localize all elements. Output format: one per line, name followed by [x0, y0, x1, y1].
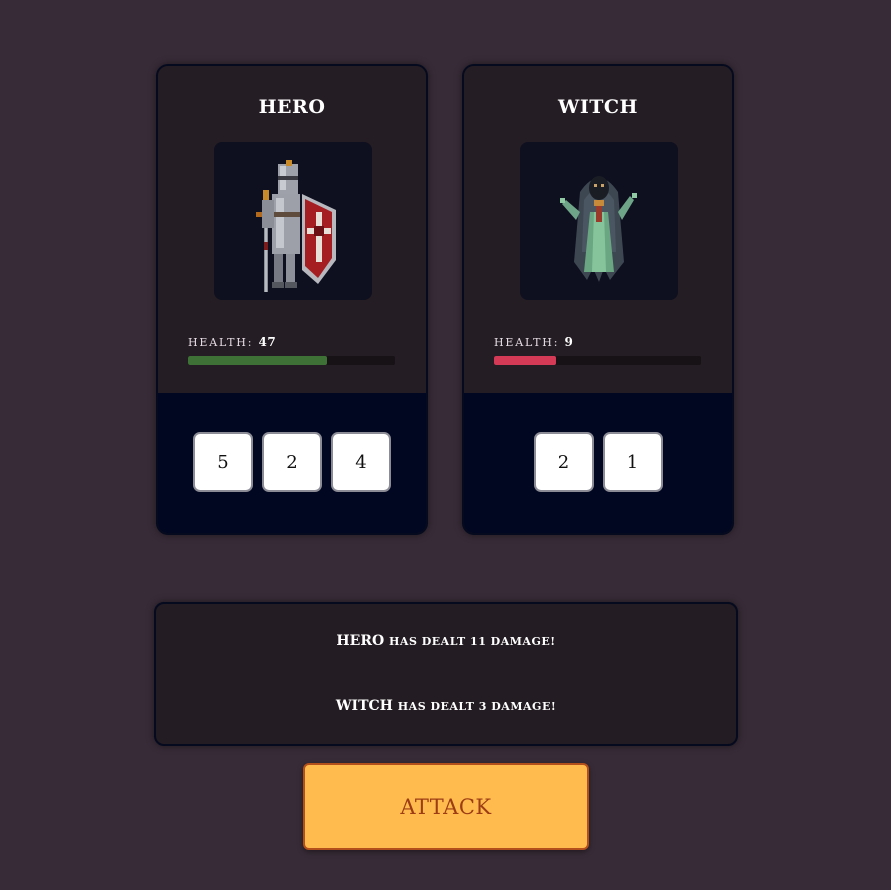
- witch-health-value: 9: [564, 335, 574, 349]
- armored-knight-icon: [256, 160, 336, 292]
- log-entry-2: WITCH has dealt 3 damage!: [156, 698, 736, 714]
- hero-die-2: 2: [262, 432, 322, 492]
- hero-dice-area: 5 2 4: [158, 393, 426, 533]
- witch-health-fill: [494, 356, 557, 365]
- witch-card: WITCH HEALTH: 9 2 1: [462, 64, 734, 535]
- witch-health-bar: [494, 356, 701, 365]
- log-entry-1: HERO has dealt 11 damage!: [156, 633, 736, 649]
- witch-health-caption: HEALTH:: [494, 336, 560, 349]
- hooded-witch-icon: [560, 176, 637, 282]
- hero-card-top: HERO HEALTH: 47: [158, 66, 426, 393]
- log-entry-2-message: has dealt 3 damage!: [397, 700, 557, 713]
- witch-dice-area: 2 1: [464, 393, 732, 533]
- log-entry-2-actor: WITCH: [335, 698, 393, 714]
- battle-log: HERO has dealt 11 damage! WITCH has deal…: [154, 602, 738, 746]
- hero-health-fill: [188, 356, 327, 365]
- hero-die-1: 5: [193, 432, 253, 492]
- hero-portrait: [214, 142, 372, 300]
- log-entry-1-actor: HERO: [336, 633, 385, 649]
- witch-dice-row: 2 1: [464, 432, 732, 492]
- hero-dice-row: 5 2 4: [158, 432, 426, 492]
- witch-card-top: WITCH HEALTH: 9: [464, 66, 732, 393]
- hero-health-label: HEALTH: 47: [188, 335, 276, 349]
- witch-die-1: 2: [533, 432, 594, 492]
- witch-health-label: HEALTH: 9: [494, 335, 573, 349]
- attack-button[interactable]: ATTACK: [303, 763, 589, 850]
- hero-name: HERO: [258, 96, 326, 118]
- witch-name: WITCH: [558, 96, 638, 118]
- log-entry-1-message: has dealt 11 damage!: [389, 635, 556, 648]
- hero-die-3: 4: [331, 432, 391, 492]
- hero-health-value: 47: [258, 335, 277, 349]
- hero-health-caption: HEALTH:: [188, 336, 254, 349]
- hero-health-bar: [188, 356, 395, 365]
- witch-die-2: 1: [602, 432, 663, 492]
- hero-card: HERO HEALTH: 47 5 2 4: [156, 64, 428, 535]
- battle-screen: HERO HEALTH: 47 5 2 4 WITCH HEALTH: 9 2 …: [0, 0, 891, 890]
- witch-portrait: [520, 142, 678, 300]
